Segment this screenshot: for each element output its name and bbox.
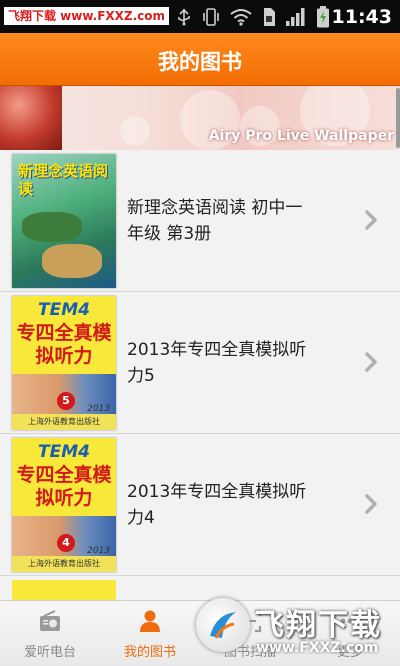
cover-year: 2013 xyxy=(87,404,110,414)
radio-icon xyxy=(40,610,60,631)
ad-bubble xyxy=(120,116,150,146)
person-icon xyxy=(140,610,160,632)
book-title: 2013年专四全真模拟听 力4 xyxy=(127,434,337,576)
battery-icon xyxy=(316,6,330,28)
usb-icon xyxy=(175,8,193,26)
signal-icon xyxy=(285,7,307,27)
book-cover xyxy=(12,580,116,600)
tab-radio[interactable]: 爱听电台 xyxy=(0,601,100,666)
book-list-item[interactable]: 新理念英语阅读 新理念英语阅读 初中一 年级 第3册 xyxy=(0,150,400,292)
page-title: 我的图书 xyxy=(158,50,242,74)
cover-art xyxy=(22,212,82,242)
book-title-line: 年级 第3册 xyxy=(127,224,212,244)
book-cover: 新理念英语阅读 xyxy=(12,154,116,288)
watermark-overlay: 飞翔下载 www.FXXZ.com xyxy=(194,594,400,666)
book-list-item[interactable]: TEM4 专四全真模拟听力 4 2013 上海外语教育出版社 2013年专四全真… xyxy=(0,434,400,576)
wifi-icon xyxy=(229,8,253,26)
chevron-right-icon xyxy=(365,210,377,230)
status-watermark: 飞翔下载 www.FXXZ.com xyxy=(4,7,170,25)
cover-title: 专四全真模拟听力 xyxy=(16,464,112,509)
cover-brand: TEM4 xyxy=(38,442,90,462)
cover-title: 专四全真模拟听力 xyxy=(16,322,112,367)
cover-number: 4 xyxy=(57,534,75,552)
status-icons xyxy=(175,5,330,29)
chevron-right-icon xyxy=(365,494,377,514)
cover-brand: TEM4 xyxy=(38,300,90,320)
book-title-line: 新理念英语阅读 初中一 xyxy=(127,198,303,218)
status-bar: 飞翔下载 www.FXXZ.com 11:43 xyxy=(0,0,400,33)
book-title-line: 2013年专四全真模拟听 xyxy=(127,340,307,360)
ad-thumbnail xyxy=(0,86,62,150)
watermark-logo-icon xyxy=(196,598,250,652)
tab-my-books[interactable]: 我的图书 xyxy=(100,601,200,666)
ad-banner[interactable]: Airy Pro Live Wallpaper xyxy=(0,86,400,150)
app-screen: 飞翔下载 www.FXXZ.com 11:43 我的图书 Airy Pro Li… xyxy=(0,0,400,666)
status-time: 11:43 xyxy=(331,6,392,28)
vibrate-icon xyxy=(202,7,220,27)
cover-publisher: 上海外语教育出版社 xyxy=(12,414,116,430)
title-bar: 我的图书 xyxy=(0,33,400,86)
sim-icon xyxy=(262,7,276,27)
ad-text: Airy Pro Live Wallpaper xyxy=(208,128,394,144)
chevron-right-icon xyxy=(365,352,377,372)
book-title-line: 力5 xyxy=(127,366,155,386)
book-cover: TEM4 专四全真模拟听力 5 2013 上海外语教育出版社 xyxy=(12,296,116,430)
cover-art xyxy=(42,244,102,278)
book-list: 新理念英语阅读 新理念英语阅读 初中一 年级 第3册 TEM4 专四全真模拟听力… xyxy=(0,150,400,600)
watermark-text: 飞翔下载 xyxy=(254,608,382,643)
cover-publisher: 上海外语教育出版社 xyxy=(12,556,116,572)
book-list-item[interactable]: TEM4 专四全真模拟听力 5 2013 上海外语教育出版社 2013年专四全真… xyxy=(0,292,400,434)
tab-label: 爱听电台 xyxy=(23,645,76,660)
book-title: 2013年专四全真模拟听 力5 xyxy=(127,292,337,434)
cover-title: 新理念英语阅读 xyxy=(18,162,109,198)
book-title: 新理念英语阅读 初中一 年级 第3册 xyxy=(127,150,337,292)
watermark-url: www.FXXZ.com xyxy=(256,640,379,656)
cover-number: 5 xyxy=(57,392,75,410)
tab-label: 我的图书 xyxy=(123,645,176,660)
book-title-line: 力4 xyxy=(127,508,155,528)
scrollbar[interactable] xyxy=(396,88,400,148)
book-title-line: 2013年专四全真模拟听 xyxy=(127,482,307,502)
book-cover: TEM4 专四全真模拟听力 4 2013 上海外语教育出版社 xyxy=(12,438,116,572)
cover-year: 2013 xyxy=(87,546,110,556)
